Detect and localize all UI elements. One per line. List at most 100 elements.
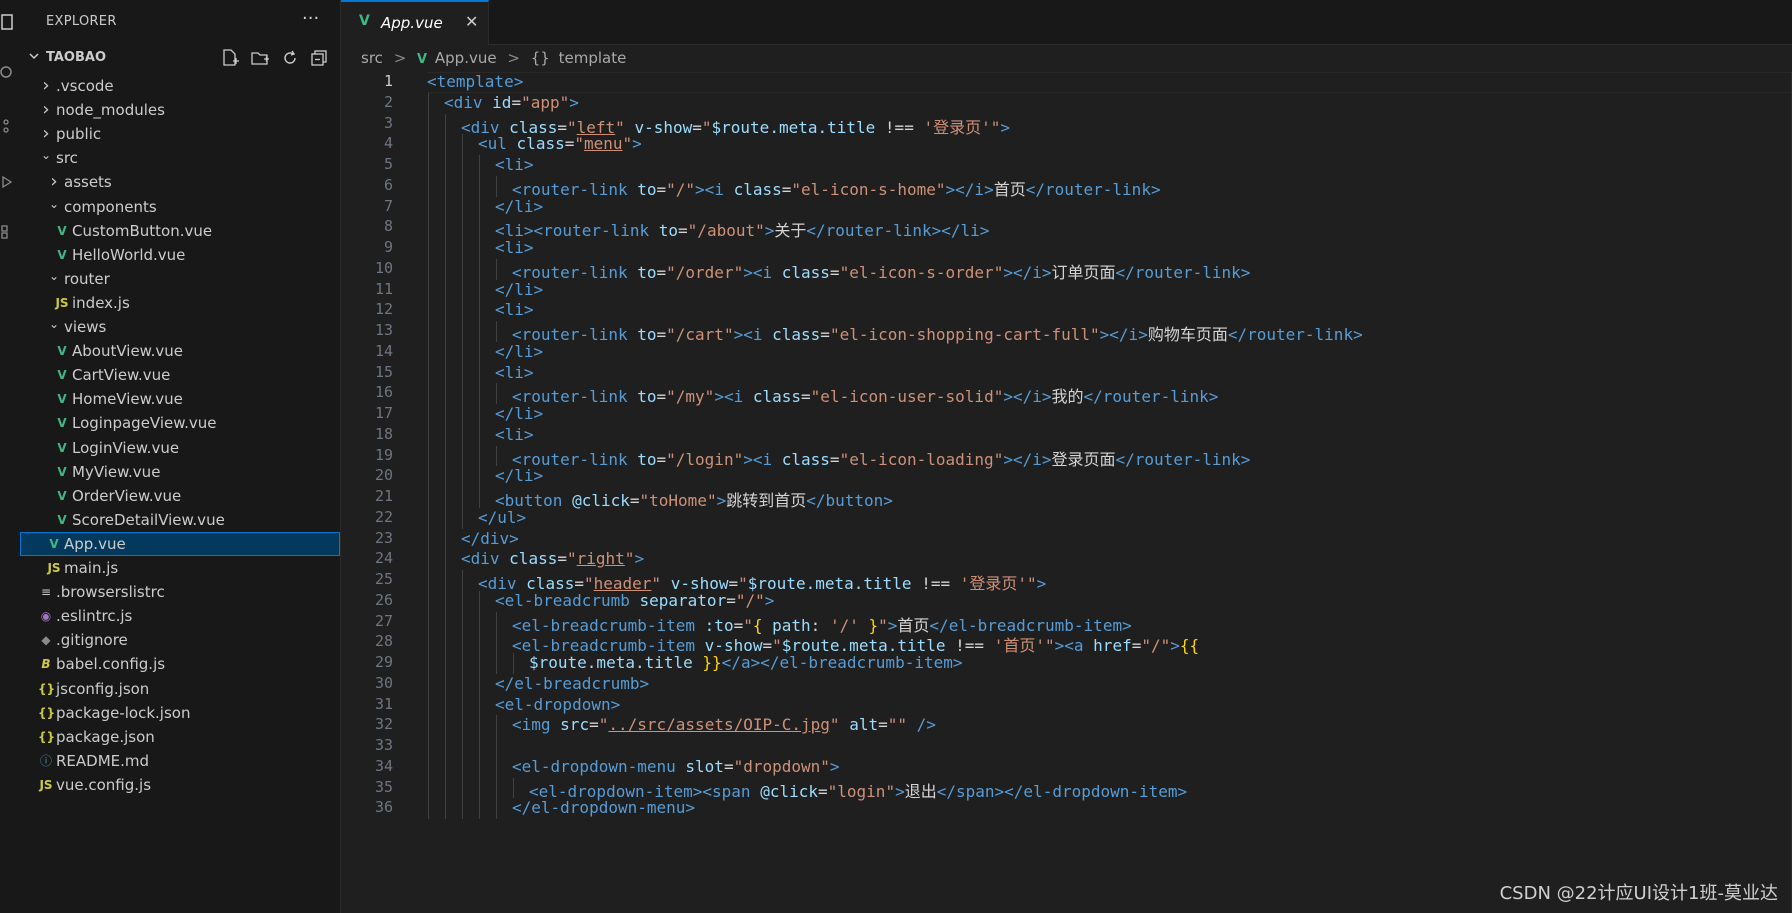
code-line[interactable]: <el-breadcrumb separator="/"> [495, 591, 774, 610]
files-icon[interactable] [0, 14, 14, 30]
vue-file-icon: V [57, 416, 67, 431]
line-number: 19 [374, 445, 393, 464]
code-token: 退出 [904, 781, 937, 801]
indent-guide [428, 590, 429, 612]
code-line[interactable]: <el-dropdown-menu slot="dropdown"> [512, 757, 840, 776]
tree-folder[interactable]: ⌄ src [20, 146, 340, 170]
line-number: 25 [374, 570, 393, 588]
tree-file[interactable]: ◆ .gitignore [20, 628, 340, 652]
tree-folder[interactable]: ⌄ views [20, 315, 340, 339]
code-line[interactable]: </div> [461, 529, 519, 548]
tree-item-label: .browserslistrc [56, 583, 165, 602]
more-actions-icon[interactable]: ··· [302, 8, 319, 29]
tree-file[interactable]: V AboutView.vue [20, 339, 340, 363]
tree-folder[interactable]: › public [20, 122, 340, 146]
code-token: 购物车页面 [1147, 325, 1228, 344]
code-token: = [656, 262, 667, 282]
code-line[interactable]: <router-link to="/login"><i class="el-ic… [512, 446, 1250, 470]
code-line[interactable]: </li> [495, 197, 543, 216]
tree-file[interactable]: JS index.js [20, 291, 340, 315]
code-line[interactable]: </ul> [478, 508, 526, 527]
tree-item-label: src [56, 149, 78, 168]
tree-file[interactable]: V LoginView.vue [20, 436, 340, 460]
indent-guide [445, 653, 446, 674]
code-line[interactable]: <ul class="menu"> [478, 134, 642, 153]
tree-file[interactable]: V LoginpageView.vue [20, 411, 340, 435]
workspace-folder-header[interactable]: TAOBAO [20, 46, 340, 70]
code-token: </el-dropdown-menu> [512, 798, 696, 818]
tree-file[interactable]: V HomeView.vue [20, 387, 340, 411]
breadcrumb-file[interactable]: App.vue [435, 46, 497, 70]
collapse-all-icon[interactable] [310, 48, 330, 68]
tree-file[interactable]: ⓘ README.md [20, 749, 340, 773]
code-line[interactable]: <router-link to="/cart"><i class="el-ico… [512, 321, 1363, 345]
code-line[interactable]: <li> [495, 300, 534, 319]
tree-file[interactable]: {} jsconfig.json [20, 677, 340, 701]
tree-file[interactable]: JS main.js [20, 556, 340, 580]
code-token: " [574, 134, 584, 154]
tree-folder[interactable]: › node_modules [20, 98, 340, 122]
indent-guide [479, 341, 480, 363]
code-token: > [716, 491, 727, 510]
tree-file[interactable]: ≡ .browserslistrc [20, 580, 340, 604]
code-token: class [781, 449, 830, 469]
tree-file[interactable]: Bbabel.config.js [20, 652, 340, 676]
new-folder-icon[interactable] [250, 48, 270, 68]
code-token: "el-icon-s-home" [791, 179, 946, 199]
code-line[interactable]: <div class="right"> [461, 549, 644, 568]
source-control-icon[interactable] [0, 118, 14, 133]
tree-file[interactable]: V ScoreDetailView.vue [20, 508, 340, 532]
indent-guide [479, 798, 480, 819]
tree-file[interactable]: {} package.json [20, 725, 340, 749]
code-line[interactable]: <template> [427, 72, 523, 91]
tree-folder[interactable]: ⌄ router [20, 267, 340, 291]
tree-folder[interactable]: ⌄ components [20, 195, 340, 219]
code-line[interactable]: <img src="../src/assets/OIP-C.jpg" alt="… [512, 715, 936, 734]
tab-app-vue[interactable]: V App.vue ✕ [341, 0, 489, 45]
tree-file[interactable]: V MyView.vue [20, 460, 340, 484]
code-line[interactable]: <li> [495, 155, 534, 174]
code-line[interactable]: </li> [495, 404, 543, 423]
code-line[interactable]: </li> [495, 466, 543, 485]
indent-guide [428, 736, 429, 757]
code-line[interactable]: <el-dropdown> [495, 695, 620, 714]
tree-folder[interactable]: › .vscode [20, 74, 340, 98]
breadcrumb-symbol[interactable]: template [559, 46, 627, 70]
code-line[interactable]: <router-link to="/order"><i class="el-ic… [512, 259, 1250, 283]
code-line[interactable]: </el-dropdown-menu> [512, 798, 695, 817]
code-line[interactable]: <li> [495, 363, 534, 382]
tree-file[interactable]: ◉ .eslintrc.js [20, 604, 340, 628]
tree-file[interactable]: V OrderView.vue [20, 484, 340, 508]
code-line[interactable]: <button @click="toHome">跳转到首页</button> [495, 487, 893, 511]
close-icon[interactable]: ✕ [465, 12, 478, 31]
indent-guide [462, 736, 463, 757]
code-line[interactable]: </li> [495, 280, 543, 299]
tree-file[interactable]: V CustomButton.vue [20, 219, 340, 243]
tree-item-label: HelloWorld.vue [72, 245, 186, 264]
code-line[interactable]: $route.meta.title }}</a></el-breadcrumb-… [529, 653, 963, 672]
code-line[interactable]: <router-link to="/"><i class="el-icon-s-… [512, 176, 1161, 200]
code-line[interactable]: <div id="app"> [444, 93, 579, 112]
new-file-icon[interactable] [220, 48, 240, 68]
tree-item-label: main.js [64, 559, 119, 577]
breadcrumb-src[interactable]: src [361, 46, 383, 70]
code-line[interactable]: <router-link to="/my"><i class="el-icon-… [512, 383, 1218, 407]
line-number: 3 [383, 113, 393, 132]
code-line[interactable]: <li><router-link to="/about">关于</router-… [495, 217, 989, 241]
extensions-icon[interactable] [0, 224, 14, 239]
tree-file[interactable]: JS vue.config.js [20, 773, 340, 797]
tree-file[interactable]: V App.vue [20, 531, 340, 556]
tree-file[interactable]: {} package-lock.json [20, 701, 340, 725]
code-line[interactable]: </el-breadcrumb> [495, 674, 649, 693]
tree-file[interactable]: V CartView.vue [20, 363, 340, 387]
code-line[interactable]: <li> [495, 238, 534, 257]
code-line[interactable]: <li> [495, 425, 534, 444]
code-line[interactable]: </li> [495, 342, 543, 361]
refresh-icon[interactable] [280, 48, 300, 68]
search-icon[interactable] [0, 66, 14, 80]
indent-guide [479, 238, 480, 259]
tree-folder[interactable]: › assets [20, 170, 340, 194]
tree-file[interactable]: V HelloWorld.vue [20, 243, 340, 267]
run-debug-icon[interactable] [0, 174, 14, 189]
